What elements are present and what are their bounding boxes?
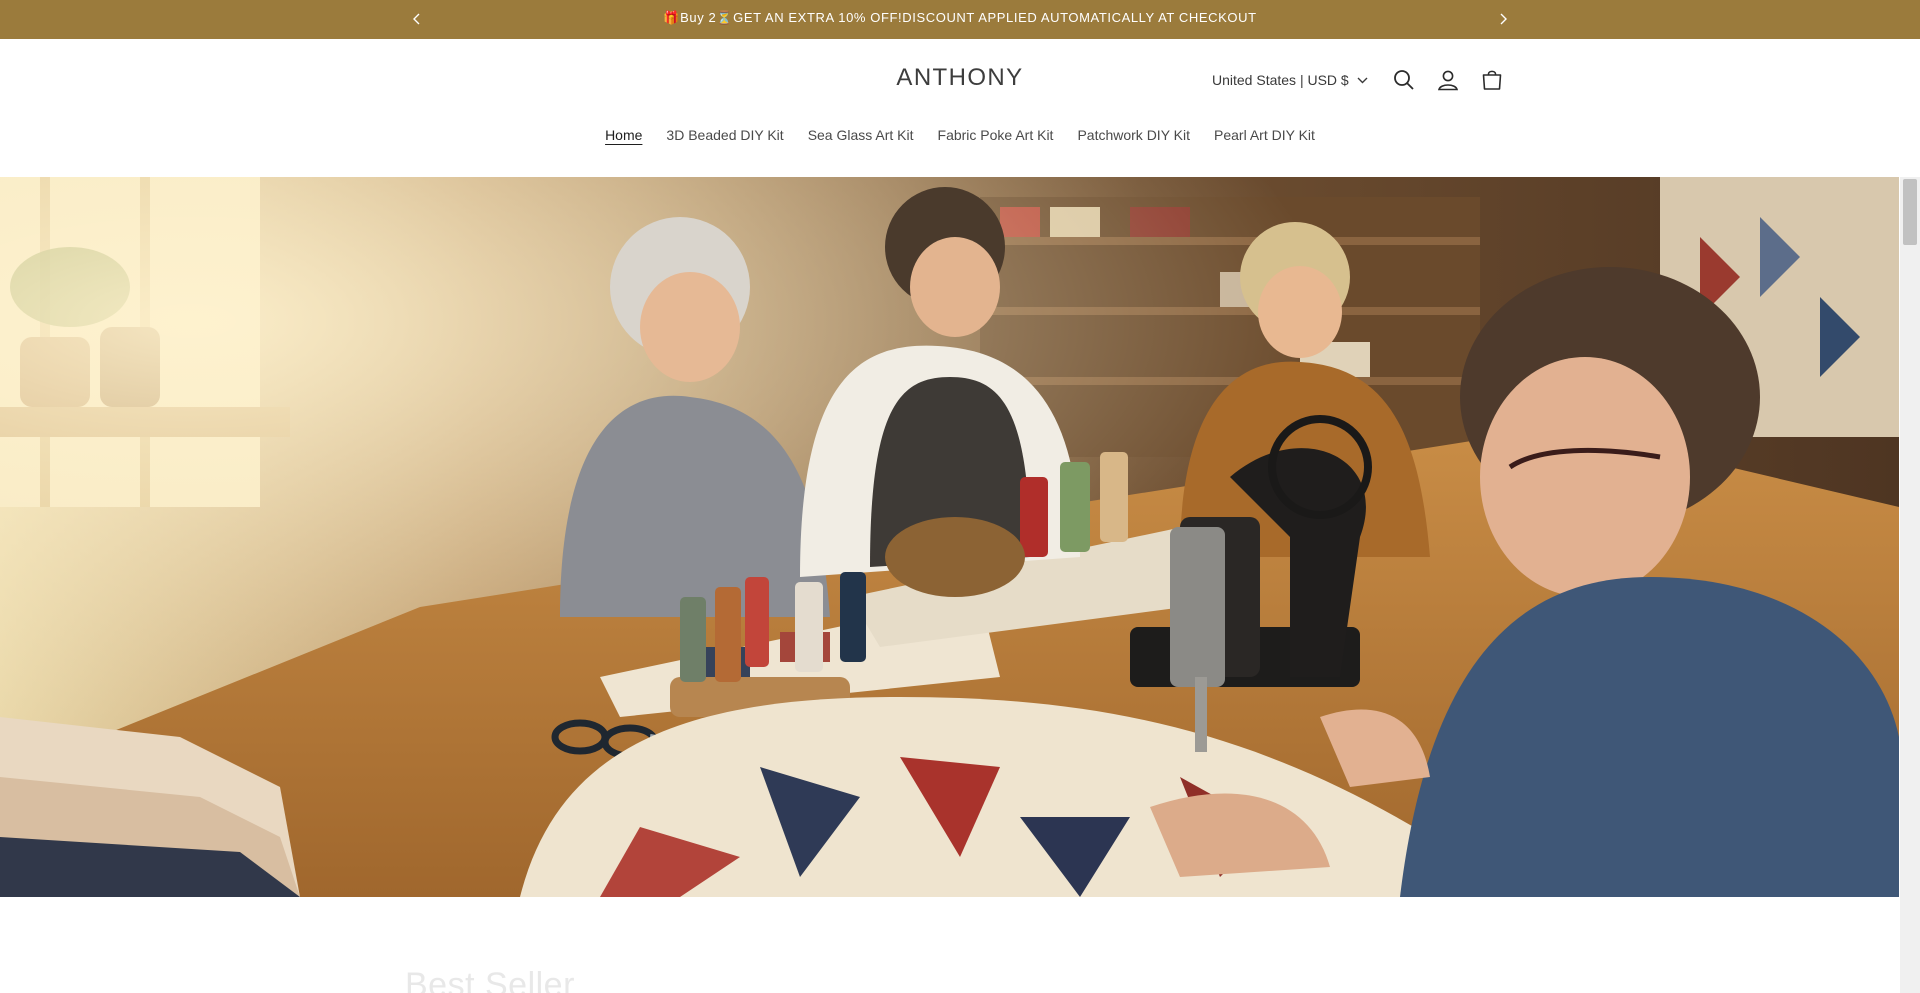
cart-button[interactable] <box>1478 66 1506 94</box>
page-scrollbar[interactable] <box>1900 177 1920 993</box>
account-icon <box>1437 70 1459 91</box>
nav-item-3d-beaded-diy-kit[interactable]: 3D Beaded DIY Kit <box>654 125 795 145</box>
main-navigation: Home 3D Beaded DIY Kit Sea Glass Art Kit… <box>0 125 1920 145</box>
country-currency-selector[interactable]: United States | USD $ <box>1212 69 1368 91</box>
quilting-workshop-illustration <box>0 177 1899 897</box>
site-header: ANTHONY United States | USD $ Home 3D Be… <box>0 39 1920 177</box>
hero-banner-image[interactable] <box>0 177 1899 897</box>
account-button[interactable] <box>1434 66 1462 94</box>
section-title: Best Seller <box>405 966 575 993</box>
nav-item-home[interactable]: Home <box>593 125 654 145</box>
announcement-text: 🎁Buy 2⏳GET AN EXTRA 10% OFF!DISCOUNT APP… <box>663 10 1257 25</box>
nav-item-fabric-poke-art-kit[interactable]: Fabric Poke Art Kit <box>926 125 1066 145</box>
search-icon <box>1394 70 1414 90</box>
cart-icon <box>1482 70 1502 90</box>
nav-item-patchwork-diy-kit[interactable]: Patchwork DIY Kit <box>1065 125 1202 145</box>
chevron-down-icon <box>1357 77 1368 84</box>
store-logo[interactable]: ANTHONY <box>860 64 1060 92</box>
nav-item-pearl-art-diy-kit[interactable]: Pearl Art DIY Kit <box>1202 125 1327 145</box>
announcement-next-button[interactable] <box>1493 9 1513 29</box>
scrollbar-thumb[interactable] <box>1903 179 1917 245</box>
announcement-bar: 🎁Buy 2⏳GET AN EXTRA 10% OFF!DISCOUNT APP… <box>0 0 1920 39</box>
search-button[interactable] <box>1390 66 1418 94</box>
country-currency-label: United States | USD $ <box>1212 72 1349 88</box>
chevron-right-icon <box>1500 13 1507 25</box>
nav-item-sea-glass-art-kit[interactable]: Sea Glass Art Kit <box>796 125 926 145</box>
